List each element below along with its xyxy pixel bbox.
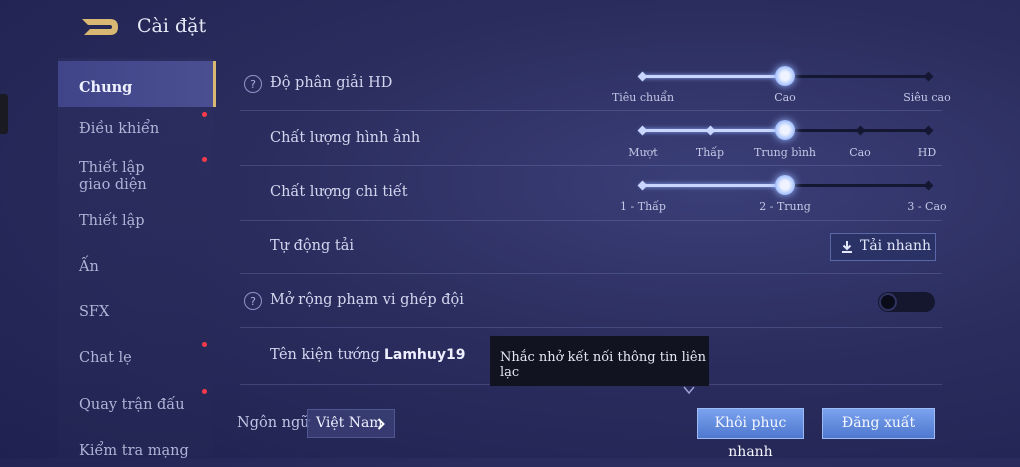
divider xyxy=(240,327,942,328)
notification-dot xyxy=(202,342,207,347)
sidebar-item-general[interactable]: Chung xyxy=(58,61,216,107)
team-matching-toggle[interactable] xyxy=(878,292,935,312)
sidebar-item-label: Chung xyxy=(79,79,133,96)
slider-knob[interactable] xyxy=(775,66,795,86)
option-label: Mượt xyxy=(628,146,658,159)
sidebar-item-label: Thiết lập xyxy=(79,213,145,229)
sidebar-item-label: Quay trận đấu xyxy=(79,397,185,413)
hero-name-label: Tên kiện tướng xyxy=(270,347,380,363)
quick-restore-button[interactable]: Khôi phục nhanh xyxy=(697,408,804,460)
divider xyxy=(240,273,942,274)
option-label: 3 - Cao xyxy=(907,200,947,213)
option-label: Trung bình xyxy=(753,146,817,159)
sidebar-item-label: Điều khiển xyxy=(79,121,160,137)
sidebar-item-quick-chat[interactable]: Chat lẹ xyxy=(58,336,213,382)
resolution-label: Độ phân giải HD xyxy=(270,75,393,91)
image-quality-label: Chất lượng hình ảnh xyxy=(270,130,421,146)
divider xyxy=(240,220,942,221)
hero-name-value: Lamhuy19 xyxy=(383,347,466,363)
sidebar-item-label: Kiểm tra mạng xyxy=(79,443,189,459)
help-icon[interactable]: ? xyxy=(244,292,262,310)
detail-quality-label: Chất lượng chi tiết xyxy=(270,184,408,200)
divider xyxy=(240,110,942,111)
back-arrow-icon[interactable] xyxy=(80,16,120,38)
notification-dot xyxy=(202,389,207,394)
page-title: Cài đặt xyxy=(137,15,207,37)
slider-knob[interactable] xyxy=(775,175,795,195)
chevron-down-icon xyxy=(683,386,695,395)
quick-download-button[interactable]: Tải nhanh xyxy=(830,233,936,261)
option-label: 1 - Thấp xyxy=(620,200,666,213)
sidebar-item-replay[interactable]: Quay trận đấu xyxy=(58,382,213,428)
tooltip: Nhắc nhở kết nối thông tin liên lạc xyxy=(490,336,709,386)
divider xyxy=(240,165,942,166)
slider-knob[interactable] xyxy=(775,120,795,140)
resolution-slider[interactable] xyxy=(637,64,933,88)
detail-quality-slider[interactable] xyxy=(637,173,933,197)
edge-handle xyxy=(0,94,8,134)
sidebar-item-label: Chat lẹ xyxy=(79,350,132,366)
option-label: Cao xyxy=(849,146,871,159)
sidebar-item-setup[interactable]: Thiết lập xyxy=(58,202,213,246)
toggle-thumb xyxy=(879,293,897,311)
logout-button[interactable]: Đăng xuất xyxy=(822,408,935,439)
option-label: 2 - Trung xyxy=(759,200,811,213)
quick-download-label: Tải nhanh xyxy=(860,238,932,254)
notification-dot xyxy=(202,157,207,162)
sidebar-item-controls[interactable]: Điều khiển xyxy=(58,110,213,154)
team-matching-label: Mở rộng phạm vi ghép đội xyxy=(270,292,464,308)
option-label: Siêu cao xyxy=(903,91,951,104)
hero-name-row: Tên kiện tướng Lamhuy19 xyxy=(270,347,465,363)
sidebar-item-hide[interactable]: Ấn xyxy=(58,246,213,292)
sidebar-item-sfx[interactable]: SFX xyxy=(58,292,213,336)
top-bar: Cài đặt xyxy=(0,0,1020,55)
option-label: HD xyxy=(917,146,937,159)
language-label: Ngôn ngữ xyxy=(237,415,310,431)
notification-dot xyxy=(202,112,207,117)
language-value: Việt Nam xyxy=(316,415,383,431)
help-icon[interactable]: ? xyxy=(244,75,262,93)
language-select[interactable]: Việt Nam xyxy=(307,409,395,438)
sidebar-item-label: SFX xyxy=(79,304,110,320)
sidebar-item-label: Thiết lập giao diện xyxy=(79,160,147,193)
chevron-right-icon xyxy=(377,418,385,430)
sidebar: Chung Điều khiển Thiết lập giao diện Thi… xyxy=(58,58,216,459)
option-label: Cao xyxy=(774,91,796,104)
sidebar-item-interface[interactable]: Thiết lập giao diện xyxy=(58,154,213,202)
option-label: Tiêu chuẩn xyxy=(611,91,675,104)
download-icon xyxy=(842,241,852,253)
option-label: Thấp xyxy=(695,146,725,159)
sidebar-item-network-check[interactable]: Kiểm tra mạng xyxy=(58,428,213,459)
auto-download-label: Tự động tải xyxy=(270,238,354,254)
sidebar-item-label: Ấn xyxy=(79,259,99,275)
tooltip-text: Nhắc nhở kết nối thông tin liên lạc xyxy=(500,350,706,380)
image-quality-slider[interactable] xyxy=(637,118,933,142)
